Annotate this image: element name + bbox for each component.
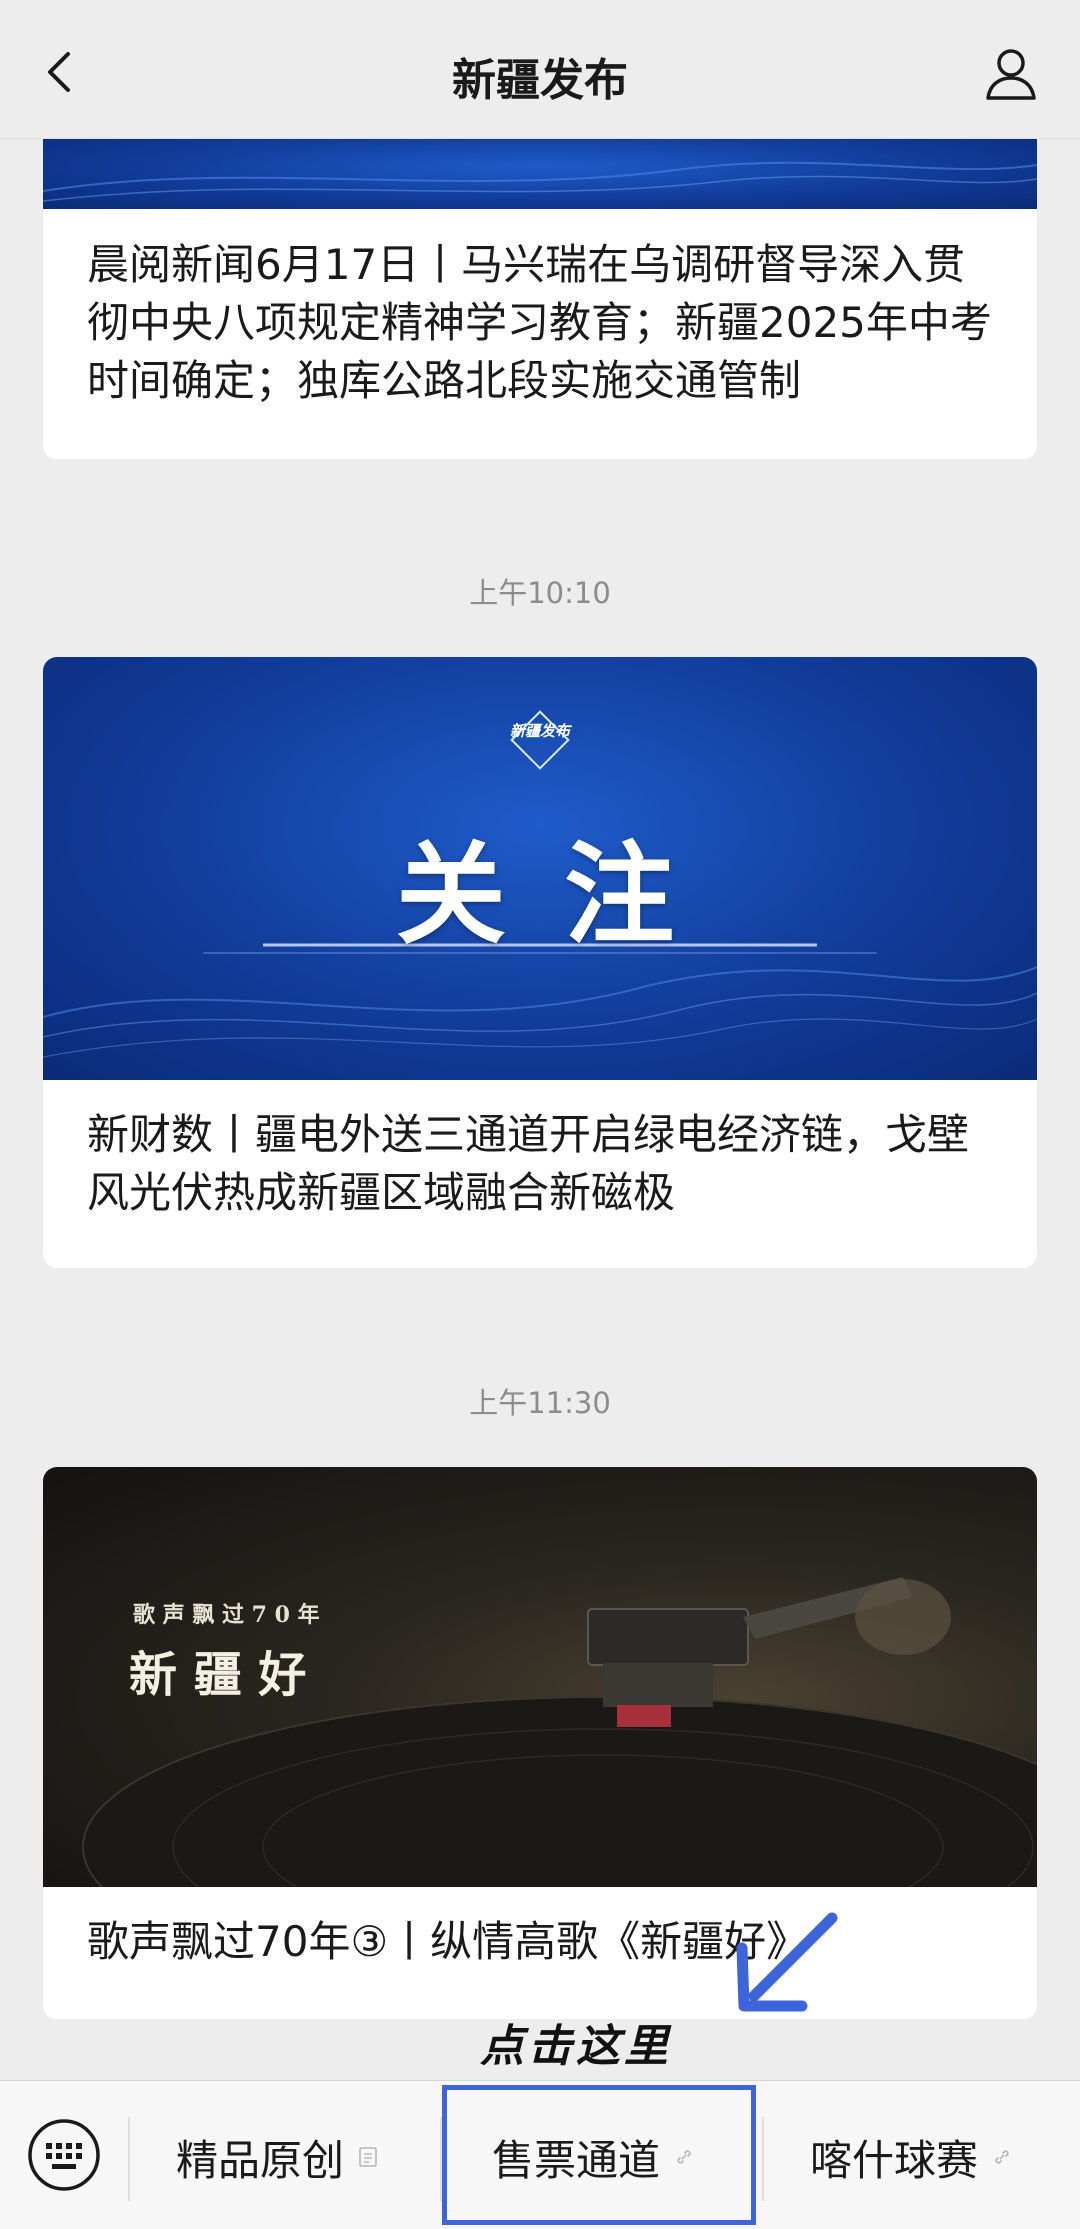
profile-button[interactable] [982,44,1040,102]
timestamp: 上午10:10 [469,576,611,610]
annotation-arrow-icon [736,1912,838,2012]
annotation-text: 点击这里 [480,2021,672,2072]
keyboard-toggle-button[interactable] [26,2117,102,2193]
cover-headline: 关 注 [395,830,685,959]
menu-item-label: 精品原创 [176,2135,345,2185]
timestamp: 上午11:30 [469,1386,611,1420]
document-icon [359,2147,377,2167]
link-icon [995,2150,1009,2164]
cover-subtitle: 歌 声 飘 过 7 0 年 [133,1602,320,1628]
page-title: 新疆发布 [452,55,628,106]
user-icon [986,49,1036,100]
article-cover-image: 歌 声 飘 过 7 0 年 新 疆 好 [43,1467,1037,1887]
cover-logo: 新疆发布 [509,709,571,771]
article-card[interactable]: 新疆发布 关 注 新财数丨疆电外送三通道开启绿电经济链，戈壁风光伏热成新疆区域融… [43,657,1037,1268]
keyboard-icon [28,2119,100,2191]
article-title: 歌声飘过70年③丨纵情高歌《新疆好》 [87,1917,809,1966]
top-nav-bar: 新疆发布 [0,0,1080,139]
cover-headline: 新 疆 好 [129,1647,307,1703]
menu-item-label: 喀什球赛 [810,2135,979,2185]
article-cover-image: 新疆发布 关 注 [43,657,1037,1080]
menu-divider [128,2117,130,2201]
menu-divider [762,2117,764,2201]
highlight-box [442,2085,756,2225]
article-cover-image [43,139,1037,209]
article-title: 新财数丨疆电外送三通道开启绿电经济链，戈壁风光伏热成新疆区域融合新磁极 [87,1110,970,1217]
menu-item-original[interactable]: 精品原创 [176,2129,380,2185]
menu-item-kashgar-match[interactable]: 喀什球赛 [810,2129,1014,2185]
article-card[interactable]: 晨阅新闻6月17日丨马兴瑞在乌调研督导深入贯彻中央八项规定精神学习教育；新疆20… [43,139,1037,459]
article-title: 晨阅新闻6月17日丨马兴瑞在乌调研督导深入贯彻中央八项规定精神学习教育；新疆20… [87,240,992,405]
article-card[interactable]: 歌 声 飘 过 7 0 年 新 疆 好 歌声飘过70年③丨纵情高歌《新疆好》 [43,1467,1037,2019]
